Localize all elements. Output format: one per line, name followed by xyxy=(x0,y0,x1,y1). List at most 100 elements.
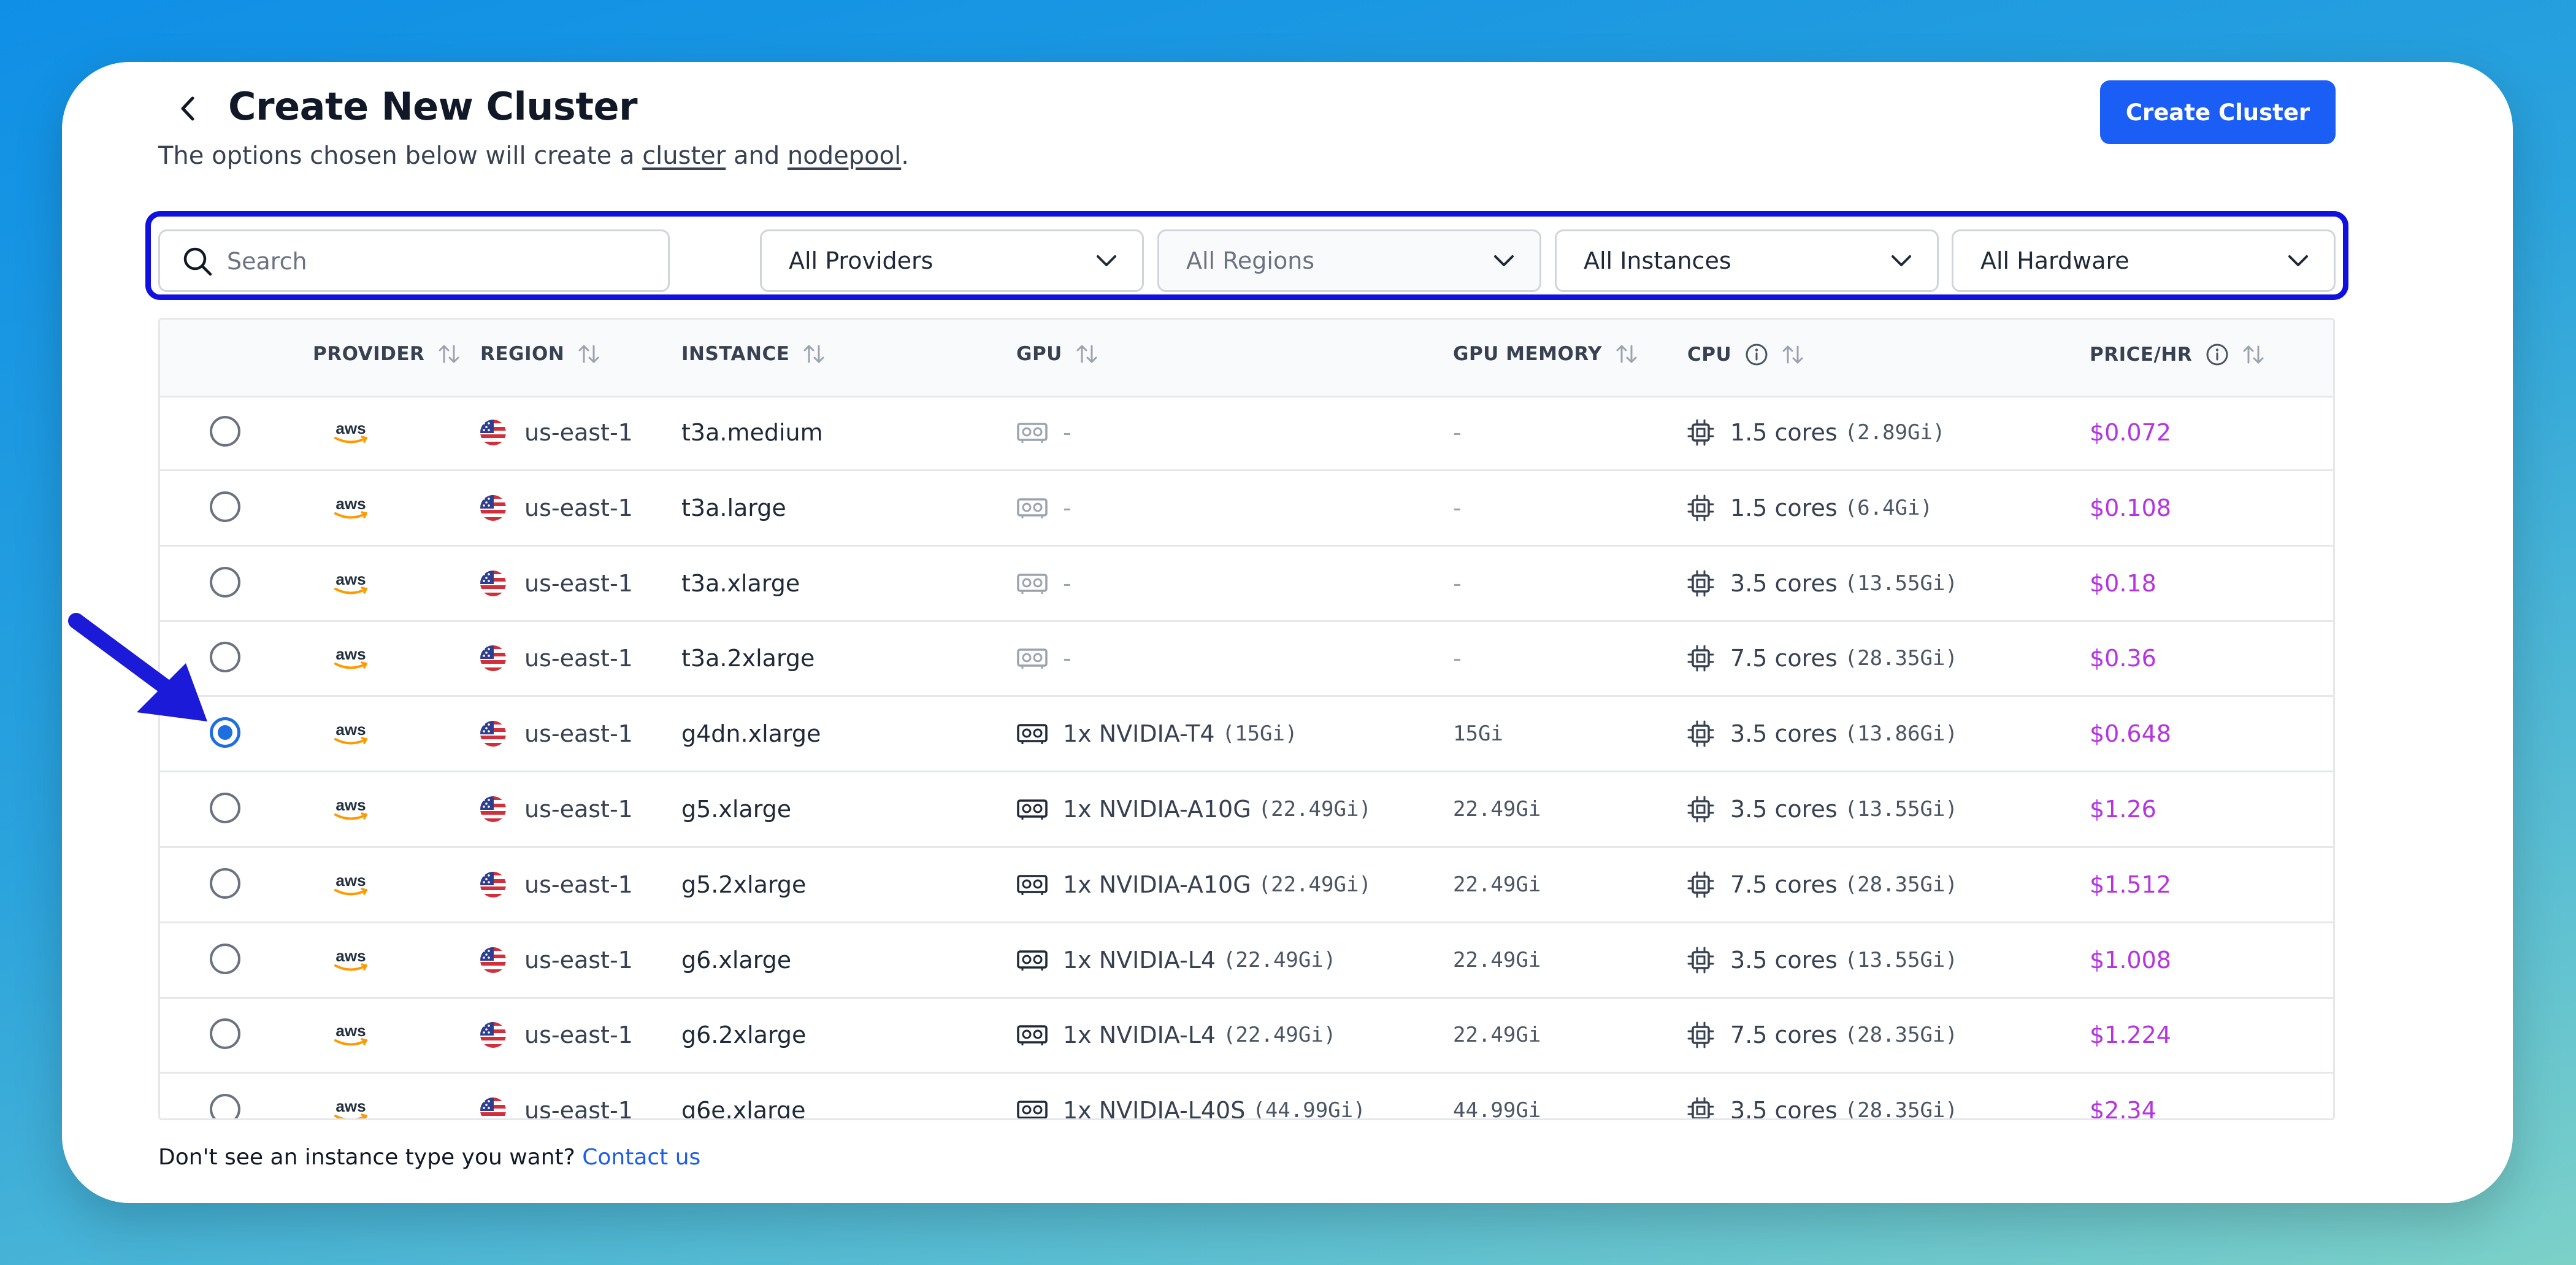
gpu-text: - xyxy=(1063,419,1071,446)
sort-icon[interactable] xyxy=(438,344,460,364)
aws-logo-icon: aws xyxy=(334,1021,367,1046)
row-select-radio[interactable] xyxy=(210,566,240,598)
hardware-dropdown[interactable]: All Hardware xyxy=(1952,229,2336,292)
gpu-memory-paren: (44.99Gi) xyxy=(1252,1098,1366,1120)
info-icon[interactable] xyxy=(1745,343,1768,366)
table-header: PROVIDER REGION INSTANCE GPU GPU MEMORY … xyxy=(160,320,2333,398)
gpu-memory-cell: - xyxy=(1453,419,1462,446)
column-label: REGION xyxy=(480,343,565,365)
column-header-instance[interactable]: INSTANCE xyxy=(681,343,825,365)
cpu-chip-icon xyxy=(1687,494,1714,521)
table-row[interactable]: aws us-east-1 t3a.large - - 1.5 cores (6.4Gi) $… xyxy=(160,471,2333,547)
table-row[interactable]: aws us-east-1 g6.xlarge 1x NVIDIA-L4 (22.49G… xyxy=(160,923,2333,999)
price-cell: $0.18 xyxy=(2090,569,2156,597)
aws-logo-icon: aws xyxy=(334,1097,367,1118)
sort-icon[interactable] xyxy=(578,344,600,364)
us-flag-icon xyxy=(480,570,506,596)
gpu-text: 1x NVIDIA-A10G xyxy=(1063,871,1251,898)
row-select-radio[interactable] xyxy=(210,943,240,974)
column-label: INSTANCE xyxy=(681,343,790,365)
gpu-icon xyxy=(1017,648,1048,669)
gpu-text: - xyxy=(1063,645,1071,672)
gpu-memory-cell: - xyxy=(1453,569,1462,597)
gpu-memory-cell: 22.49Gi xyxy=(1453,797,1541,821)
gpu-memory-cell: - xyxy=(1453,645,1462,672)
cpu-chip-icon xyxy=(1687,871,1714,898)
cpu-memory-text: (13.86Gi) xyxy=(1844,721,1958,747)
column-label: PRICE/HR xyxy=(2090,344,2193,366)
column-label: GPU MEMORY xyxy=(1453,343,1602,365)
subtitle-text: and xyxy=(726,142,788,170)
aws-logo-icon: aws xyxy=(334,570,367,594)
price-cell: $0.108 xyxy=(2090,494,2171,521)
gpu-cell: - xyxy=(1016,471,1079,545)
table-row[interactable]: aws us-east-1 t3a.2xlarge - - 7.5 cores (28.35… xyxy=(160,621,2333,698)
gpu-text: 1x NVIDIA-T4 xyxy=(1063,720,1215,748)
cpu-cores-text: 3.5 cores xyxy=(1730,569,1838,597)
table-row[interactable]: aws us-east-1 t3a.medium - - 1.5 cores (2.89Gi… xyxy=(160,396,2333,471)
sort-icon[interactable] xyxy=(1076,344,1098,364)
page-subtitle: The options chosen below will create a c… xyxy=(158,139,909,173)
cpu-chip-icon xyxy=(1687,419,1714,446)
table-row[interactable]: aws us-east-1 t3a.xlarge - - 3.5 cores (13.55G… xyxy=(160,547,2333,622)
instance-cell: g5.2xlarge xyxy=(681,871,807,898)
aws-logo-icon: aws xyxy=(334,947,367,971)
gpu-text: 1x NVIDIA-L4 xyxy=(1063,1021,1216,1049)
search-input[interactable] xyxy=(226,239,657,283)
gpu-icon xyxy=(1017,1101,1048,1118)
regions-dropdown[interactable]: All Regions xyxy=(1157,229,1541,292)
instances-dropdown[interactable]: All Instances xyxy=(1555,229,1939,292)
table-row[interactable]: aws us-east-1 g4dn.xlarge 1x NVIDIA-T4 (15Gi… xyxy=(160,697,2333,773)
column-header-region[interactable]: REGION xyxy=(480,343,600,365)
column-label: CPU xyxy=(1687,344,1732,366)
svg-text:aws: aws xyxy=(335,871,366,890)
cpu-chip-icon xyxy=(1687,796,1714,823)
column-header-provider[interactable]: PROVIDER xyxy=(313,343,460,365)
gpu-cell: - xyxy=(1016,621,1079,695)
table-row[interactable]: aws us-east-1 g6.2xlarge 1x NVIDIA-L4 (22.49… xyxy=(160,998,2333,1074)
info-icon[interactable] xyxy=(2206,343,2229,366)
sort-icon[interactable] xyxy=(2242,344,2264,365)
column-header-gpu[interactable]: GPU xyxy=(1016,343,1098,365)
gpu-memory-paren: (22.49Gi) xyxy=(1258,797,1371,821)
region-cell: us-east-1 xyxy=(480,923,633,997)
row-select-radio[interactable] xyxy=(210,416,240,447)
cpu-chip-icon xyxy=(1687,720,1714,747)
table-row[interactable]: aws us-east-1 g6e.xlarge 1x NVIDIA-L40S (44.… xyxy=(160,1074,2333,1120)
gpu-cell: - xyxy=(1016,396,1079,469)
region-text: us-east-1 xyxy=(524,645,633,672)
sort-icon[interactable] xyxy=(1782,344,1804,365)
cpu-cores-text: 1.5 cores xyxy=(1730,494,1838,521)
row-select-radio[interactable] xyxy=(210,491,240,522)
cpu-cores-text: 7.5 cores xyxy=(1730,871,1838,898)
gpu-cell: 1x NVIDIA-L4 (22.49Gi) xyxy=(1016,998,1336,1072)
subtitle-text: . xyxy=(901,142,909,170)
chevron-left-icon[interactable] xyxy=(173,91,202,126)
gpu-memory-cell: 22.49Gi xyxy=(1453,872,1541,897)
cpu-cores-text: 3.5 cores xyxy=(1730,946,1838,974)
row-select-radio[interactable] xyxy=(210,867,240,899)
column-header-price[interactable]: PRICE/HR xyxy=(2090,343,2264,366)
providers-dropdown[interactable]: All Providers xyxy=(760,229,1144,292)
price-cell: $0.648 xyxy=(2090,720,2171,748)
table-row[interactable]: aws us-east-1 g5.xlarge 1x NVIDIA-A10G (22.4… xyxy=(160,772,2333,848)
contact-us-link[interactable]: Contact us xyxy=(582,1145,700,1170)
row-select-radio[interactable] xyxy=(210,1018,240,1050)
region-text: us-east-1 xyxy=(524,1021,633,1049)
create-cluster-button[interactable]: Create Cluster xyxy=(2100,80,2336,144)
cpu-cell: 1.5 cores (6.4Gi) xyxy=(1687,471,1933,545)
sort-icon[interactable] xyxy=(803,344,825,364)
table-row[interactable]: aws us-east-1 g5.2xlarge 1x NVIDIA-A10G (22.… xyxy=(160,848,2333,923)
column-header-gpu-memory[interactable]: GPU MEMORY xyxy=(1453,343,1638,365)
sort-icon[interactable] xyxy=(1616,344,1638,364)
row-select-radio[interactable] xyxy=(210,1094,240,1118)
price-cell: $0.36 xyxy=(2090,645,2156,672)
row-select-radio[interactable] xyxy=(210,793,240,823)
instance-cell: g6.xlarge xyxy=(681,946,792,974)
chevron-down-icon xyxy=(1494,255,1514,266)
nodepool-link[interactable]: nodepool xyxy=(788,142,901,170)
gpu-memory-paren: (22.49Gi) xyxy=(1223,1023,1336,1048)
cpu-cell: 7.5 cores (28.35Gi) xyxy=(1687,621,1958,695)
cluster-link[interactable]: cluster xyxy=(642,142,726,170)
column-header-cpu[interactable]: CPU xyxy=(1687,343,1804,366)
